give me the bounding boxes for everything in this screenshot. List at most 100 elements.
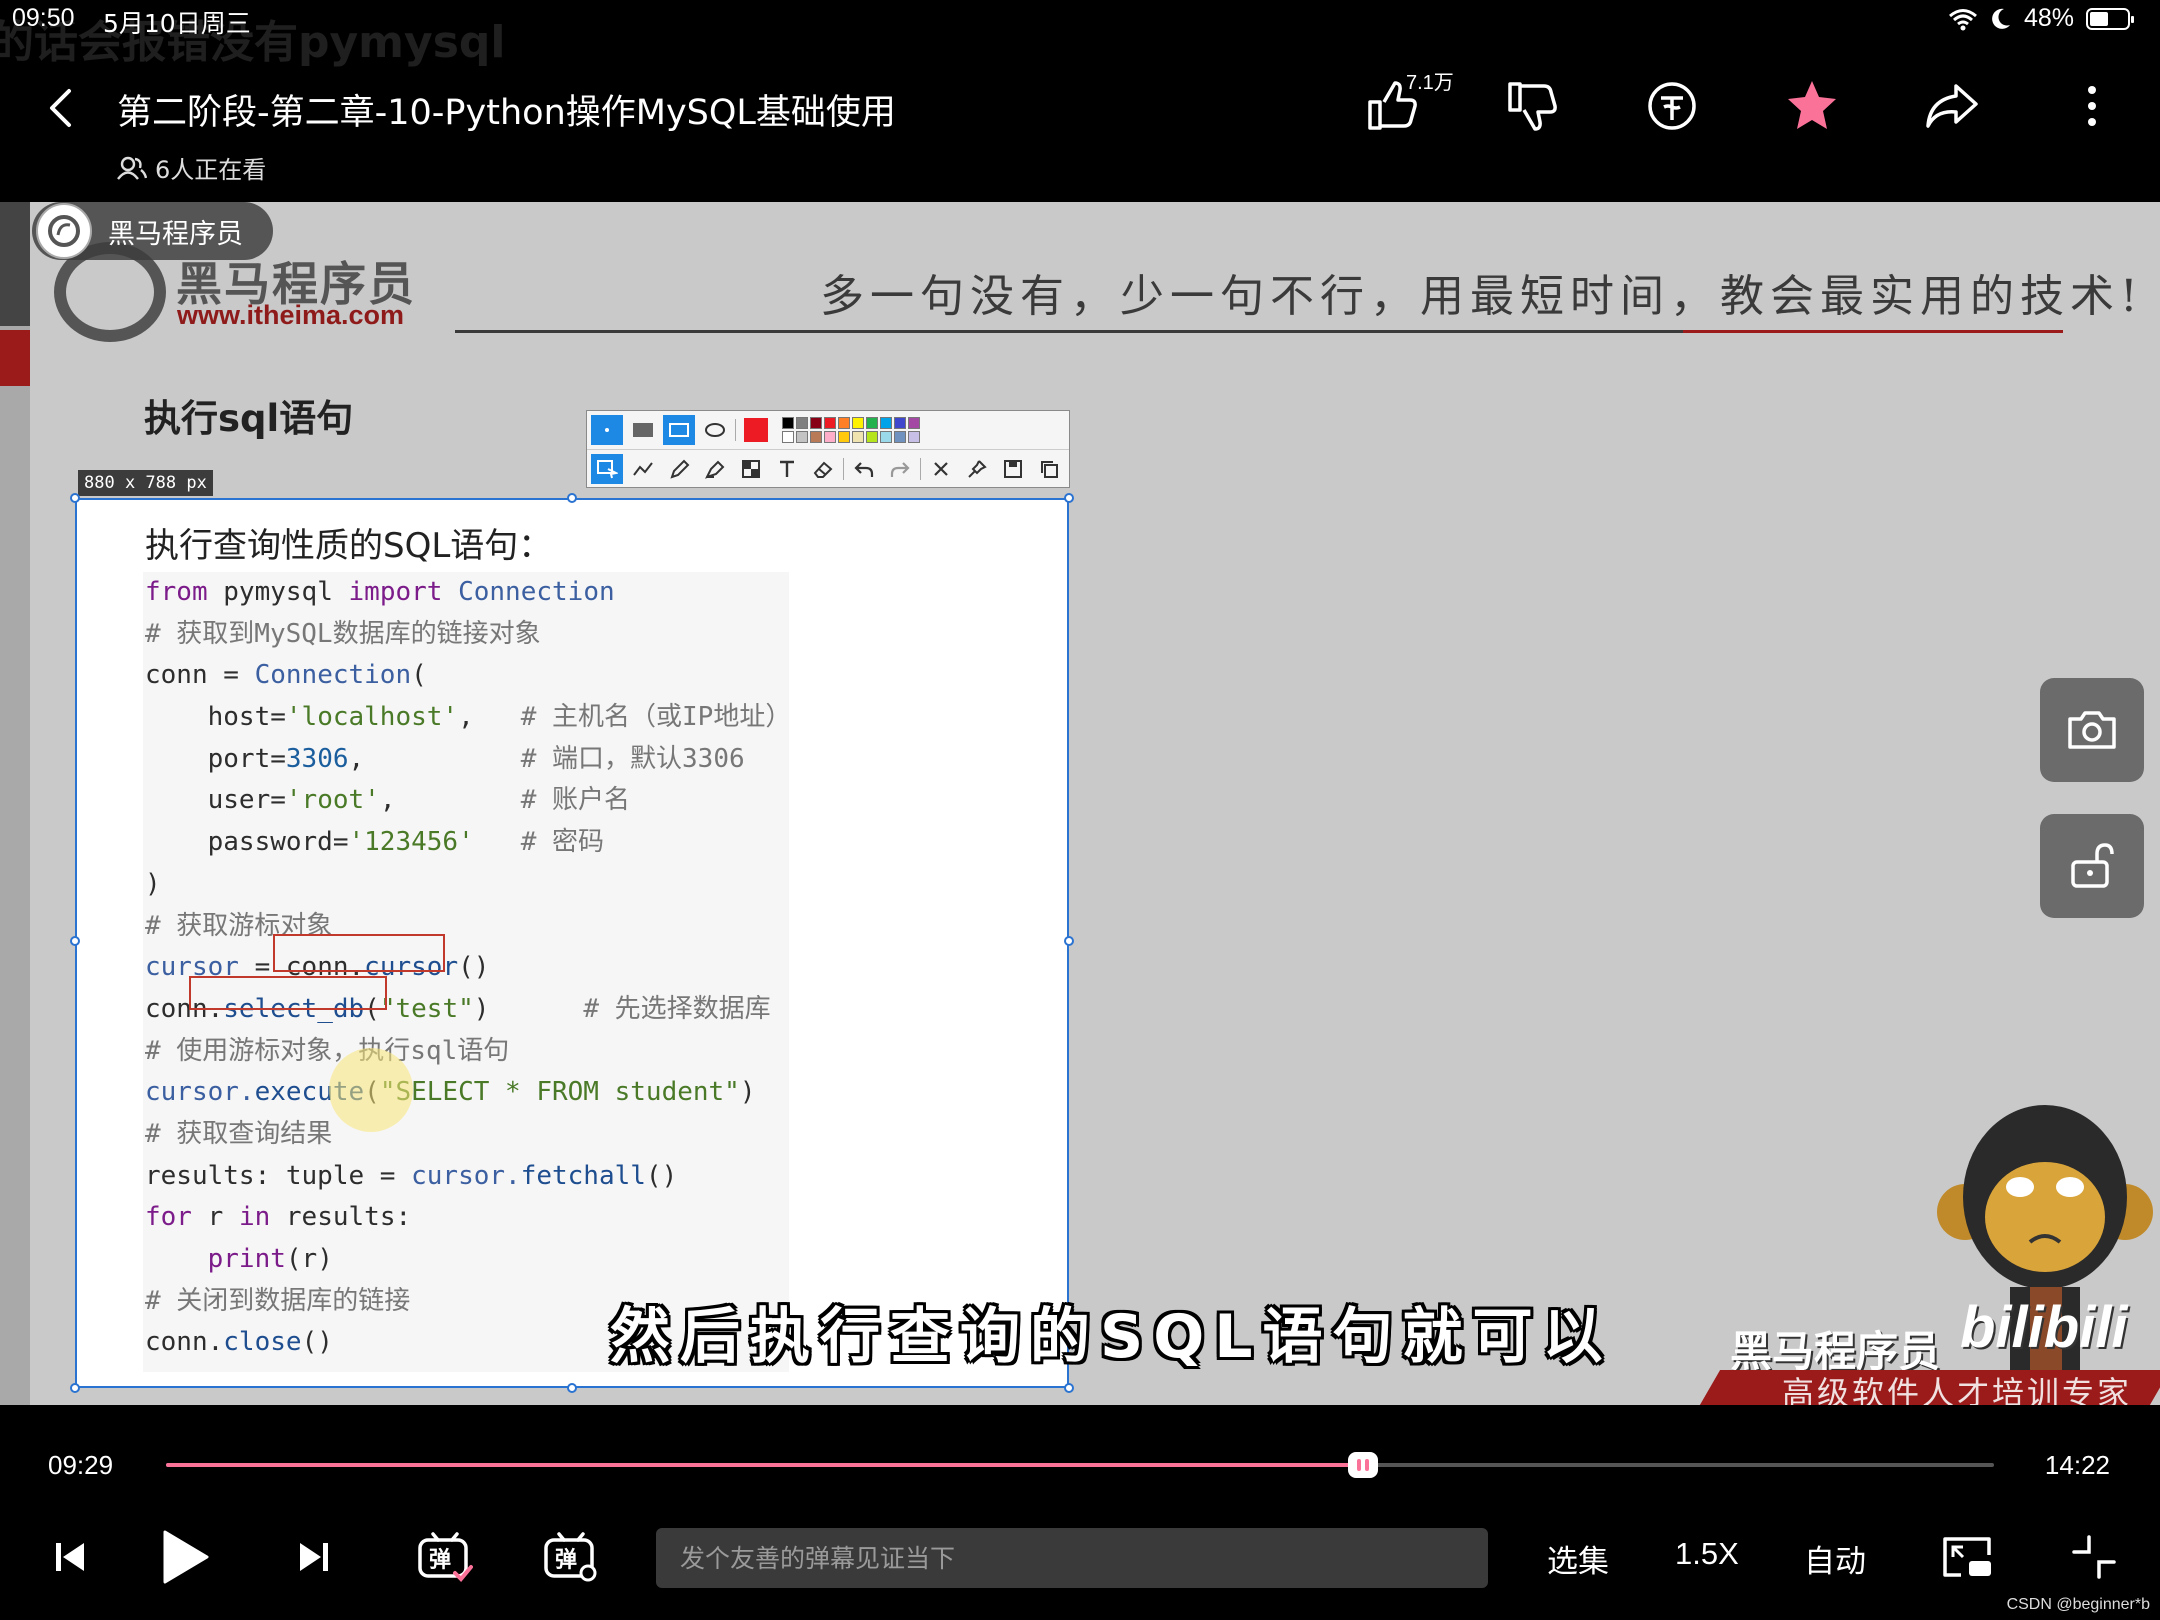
uploader-badge[interactable]: 黑马程序员 [32,202,273,260]
color-swatch[interactable] [852,417,864,429]
next-button[interactable] [284,1522,344,1592]
resize-handle[interactable] [567,1383,577,1393]
slide-logo-url: www.itheima.com [177,300,405,330]
lock-screen-button[interactable] [2040,814,2144,918]
point-tool[interactable] [591,415,623,445]
danmaku-input[interactable] [656,1528,1488,1588]
redo-button[interactable] [884,454,916,484]
episodes-button[interactable]: 选集 [1547,1536,1609,1581]
resize-handle[interactable] [70,1383,80,1393]
mosaic-tool[interactable] [735,454,767,484]
code-line: # 获取游标对象 [145,910,333,941]
color-swatch[interactable] [782,417,794,429]
eraser-tool[interactable] [807,454,839,484]
pin-button[interactable] [961,454,993,484]
color-swatch[interactable] [866,417,878,429]
toolbar-separator [843,457,844,480]
exit-fullscreen-icon [2072,1535,2116,1579]
code-token: close [223,1327,302,1358]
progress-bar[interactable] [166,1452,1994,1478]
color-swatch[interactable] [796,431,808,443]
dislike-button[interactable] [1492,72,1572,140]
video-subtitle: 然后执行查询的SQL语句就可以 [610,1302,1613,1372]
resize-handle[interactable] [1064,493,1074,503]
code-token: import [348,577,443,607]
save-button[interactable] [997,454,1029,484]
more-button[interactable] [2052,72,2132,140]
capture-selection[interactable]: 执行查询性质的SQL语句： from pymysql import Connec… [70,493,1074,1393]
color-swatch[interactable] [908,417,920,429]
skip-next-icon [300,1543,328,1571]
screenshot-button[interactable] [2040,678,2144,782]
play-icon [163,1530,209,1584]
share-button[interactable] [1912,72,1992,140]
filled-rect-tool[interactable] [627,415,659,445]
eraser-icon [813,461,833,478]
color-swatch[interactable] [838,431,850,443]
quality-button[interactable]: 自动 [1804,1536,1866,1581]
danmaku-settings-button[interactable]: 弹 [536,1522,606,1592]
current-color-swatch[interactable] [740,415,772,445]
color-palette[interactable] [782,417,920,443]
color-swatch[interactable] [838,417,850,429]
danmaku-toggle-button[interactable]: 弹 [410,1522,480,1592]
previous-button[interactable] [40,1522,100,1592]
color-swatch[interactable] [852,431,864,443]
play-button[interactable] [150,1522,220,1592]
annotation-box-select-db [189,976,387,1010]
select-tool[interactable] [591,453,623,484]
undo-button[interactable] [848,454,880,484]
speed-button[interactable]: 1.5X [1675,1536,1739,1572]
progress-played [166,1463,1364,1467]
svg-text:弹: 弹 [555,1548,577,1573]
color-swatch[interactable] [880,431,892,443]
color-swatch[interactable] [824,417,836,429]
resize-handle[interactable] [70,936,80,946]
code-token: # 密码 [520,827,605,858]
color-swatch[interactable] [782,431,794,443]
uploader-name: 黑马程序员 [108,218,243,250]
text-tool[interactable] [771,454,803,484]
coin-button[interactable] [1632,72,1712,140]
selection-size-label: 880 x 788 px [78,470,213,496]
slide-heading: 执行sql语句 [144,397,354,440]
rect-tool[interactable] [663,415,695,445]
cancel-capture-button[interactable] [925,454,957,484]
code-token: 'root' [285,785,380,816]
exit-fullscreen-button[interactable] [2062,1522,2126,1592]
coin-icon [1648,82,1696,130]
resize-handle[interactable] [1064,936,1074,946]
color-swatch[interactable] [880,417,892,429]
toolbar-separator [735,419,736,441]
camera-icon [2068,711,2116,749]
color-swatch[interactable] [894,431,906,443]
color-swatch[interactable] [796,417,808,429]
color-swatch[interactable] [908,431,920,443]
pen-tool[interactable] [663,454,695,484]
total-time: 14:22 [2044,1450,2110,1480]
battery-icon [2086,7,2134,30]
bilibili-logo: bilibili [1960,1295,2128,1360]
color-swatch[interactable] [824,431,836,443]
text-icon [780,460,794,477]
battery-percent: 48% [2023,4,2074,32]
color-swatch[interactable] [894,417,906,429]
color-swatch[interactable] [810,417,822,429]
highlighter-tool[interactable] [699,454,731,484]
color-swatch[interactable] [866,431,878,443]
favorite-button[interactable] [1772,72,1852,140]
code-line: conn = Connection( [145,655,791,697]
resize-handle[interactable] [70,493,80,503]
progress-thumb[interactable] [1348,1452,1379,1478]
resize-handle[interactable] [567,493,577,503]
video-frame[interactable]: 黑马程序员 www.itheima.com 多一句没有，少一句不行，用最短时间，… [0,202,2160,1405]
copy-button[interactable] [1033,454,1065,484]
picture-in-picture-button[interactable] [1936,1522,2000,1592]
resize-handle[interactable] [1064,1383,1074,1393]
polyline-tool[interactable] [627,454,659,484]
viewer-count-text: 6人正在看 [155,156,267,184]
back-button[interactable] [40,84,80,132]
color-swatch[interactable] [810,431,822,443]
code-token: () [645,1160,678,1191]
ellipse-tool[interactable] [699,415,731,445]
